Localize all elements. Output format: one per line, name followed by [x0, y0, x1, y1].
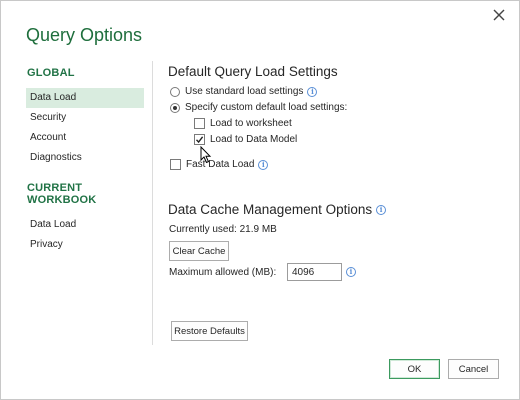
load-settings-heading: Default Query Load Settings [168, 64, 338, 79]
query-options-dialog: Query Options GLOBAL Data Load Security … [0, 0, 520, 400]
load-to-worksheet-checkbox[interactable] [194, 118, 205, 129]
specify-custom-radio[interactable] [170, 102, 180, 113]
checkmark-icon [195, 136, 204, 144]
load-to-data-model-label: Load to Data Model [210, 134, 298, 145]
sidebar-item-workbook-data-load[interactable]: Data Load [26, 215, 144, 235]
load-to-data-model-option[interactable]: Load to Data Model [194, 134, 297, 145]
dialog-title: Query Options [26, 25, 143, 45]
info-icon[interactable]: i [346, 267, 356, 277]
load-to-data-model-checkbox[interactable] [194, 134, 205, 145]
sidebar-item-privacy[interactable]: Privacy [26, 235, 144, 255]
sidebar-item-account[interactable]: Account [26, 128, 144, 148]
cache-heading-row: Data Cache Management Options i [168, 202, 387, 217]
use-standard-radio[interactable] [170, 86, 180, 97]
cache-heading: Data Cache Management Options [168, 202, 373, 217]
load-to-worksheet-option[interactable]: Load to worksheet [194, 118, 292, 129]
use-standard-option[interactable]: Use standard load settings i [170, 86, 318, 97]
fast-data-load-checkbox[interactable] [170, 159, 181, 170]
sidebar: GLOBAL Data Load Security Account Diagno… [26, 67, 144, 255]
restore-defaults-button[interactable]: Restore Defaults [171, 321, 248, 341]
use-standard-label: Use standard load settings [185, 86, 304, 97]
sidebar-item-diagnostics[interactable]: Diagnostics [26, 148, 144, 168]
info-icon[interactable]: i [258, 159, 269, 170]
info-icon[interactable]: i [307, 86, 318, 97]
sidebar-item-data-load[interactable]: Data Load [26, 88, 144, 108]
max-allowed-input[interactable] [287, 263, 342, 281]
fast-data-load-label: Fast Data Load [186, 159, 255, 170]
sidebar-heading-global: GLOBAL [27, 67, 75, 79]
max-allowed-label: Maximum allowed (MB): [169, 267, 277, 278]
sidebar-heading-current-workbook: CURRENT WORKBOOK [27, 182, 97, 206]
load-to-worksheet-label: Load to worksheet [210, 118, 292, 129]
ok-button[interactable]: OK [389, 359, 440, 379]
radio-selected-dot [173, 105, 177, 110]
close-icon[interactable] [491, 7, 507, 23]
vertical-divider [152, 61, 153, 345]
sidebar-item-security[interactable]: Security [26, 108, 144, 128]
specify-custom-label: Specify custom default load settings: [185, 102, 348, 113]
fast-data-load-option[interactable]: Fast Data Load i [170, 159, 269, 170]
clear-cache-button[interactable]: Clear Cache [169, 241, 229, 261]
cancel-button[interactable]: Cancel [448, 359, 499, 379]
info-icon[interactable]: i [376, 204, 387, 215]
currently-used-text: Currently used: 21.9 MB [169, 224, 277, 235]
specify-custom-option[interactable]: Specify custom default load settings: [170, 102, 347, 113]
